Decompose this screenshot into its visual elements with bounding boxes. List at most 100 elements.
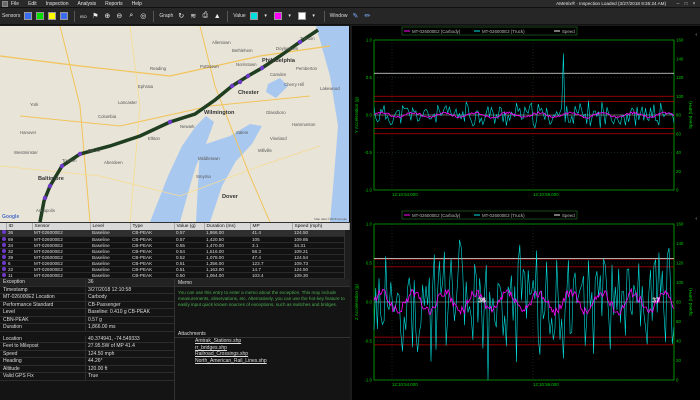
exception-details-panel: Exception 36 Timestamp 3/27/2018 12:10:58… — [0, 279, 175, 400]
zoom-fit-icon: ◎ — [140, 13, 147, 20]
map-label: Westminster — [14, 150, 38, 155]
chart-canvas[interactable]: MT-026000E2 (Carbody) MT-026000E3 (Truck)… — [352, 26, 700, 210]
brush-button[interactable]: ✎ — [350, 11, 360, 21]
print-button[interactable]: ⎙ — [200, 11, 210, 21]
exception-marker[interactable] — [77, 151, 83, 157]
column-header[interactable]: Sensor — [32, 223, 91, 230]
exception-marker[interactable] — [59, 163, 65, 169]
sensor-color-select-button[interactable] — [59, 11, 69, 21]
legend-entry: Speed — [562, 213, 575, 218]
exception-dot-icon — [2, 267, 6, 272]
attachment-link[interactable]: North_American_Rail_Lines.shp — [175, 358, 350, 365]
speed-dropdown[interactable]: ▾ — [309, 11, 319, 21]
y-tick-label: -0.5 — [364, 339, 372, 344]
zoom-in-button[interactable]: ⊕ — [102, 11, 112, 21]
zoom-out-button[interactable]: ⊖ — [114, 11, 124, 21]
memo-textarea[interactable]: You can use this entry to enter a memo a… — [175, 287, 350, 325]
z-acceleration-chart[interactable]: MT-026000E2 (Carbody) MT-026000E3 (Truck)… — [352, 210, 700, 400]
menu-analysis[interactable]: Analysis — [77, 1, 96, 7]
speed-tick-label: 100 — [676, 280, 684, 285]
attachments-title: Attachments — [175, 331, 350, 338]
speed-color-button[interactable] — [297, 11, 307, 21]
road-shape — [129, 26, 141, 222]
zoom-out-icon: ⊖ — [116, 13, 123, 20]
sensor-color-yellow-button[interactable] — [47, 11, 57, 21]
table-scrollbar[interactable] — [344, 230, 350, 279]
details-row: Timestamp 3/27/2018 12:10:58 — [0, 286, 174, 294]
map-label: Wilmington — [204, 110, 235, 116]
memo-panel: Memo You can use this entry to enter a m… — [175, 279, 350, 400]
map-label: Cherry Hill — [284, 82, 305, 87]
layers-button[interactable]: ≋ — [188, 11, 198, 21]
maximize-button[interactable]: □ — [682, 1, 690, 7]
details-row: Performance Standard CB-Passenger — [0, 301, 174, 309]
exception-dot-icon — [2, 273, 6, 278]
zoom-fit-button[interactable]: ◎ — [138, 11, 148, 21]
y-tick-label: 1.0 — [366, 38, 373, 43]
menu-edit[interactable]: Edit — [28, 1, 37, 7]
y-tick-label: 0.0 — [366, 113, 373, 118]
map-label: Salem — [236, 130, 249, 135]
exception-marker[interactable] — [47, 183, 53, 189]
value-dropdown[interactable]: ▾ — [261, 11, 271, 21]
carbody-color-button[interactable] — [273, 11, 283, 21]
brush-icon: ✎ — [352, 13, 359, 20]
mountain-button[interactable]: ▲ — [212, 11, 222, 21]
menu-inspection[interactable]: Inspection — [46, 1, 69, 7]
pencil-button[interactable]: ✏ — [362, 11, 372, 21]
details-value: 124.50 mph — [85, 350, 174, 357]
menu-help[interactable]: Help — [132, 1, 142, 7]
exception-marker[interactable] — [245, 73, 251, 79]
map-panel[interactable]: Allentown Bethlehem Reading Lancaster Ph… — [0, 26, 350, 222]
sensor-color-green-button[interactable] — [35, 11, 45, 21]
map-label: Towson — [62, 158, 77, 163]
column-header[interactable]: Type — [130, 223, 175, 230]
carbody-dropdown[interactable]: ▾ — [285, 11, 295, 21]
details-key: Performance Standard — [3, 301, 54, 308]
table-row[interactable]: 11 MT-026000E2 Baseline CB-PEAK 0.50 1,064.00… — [0, 272, 350, 280]
column-header[interactable]: Duration (ms) — [204, 223, 251, 230]
collapse-arrow-icon[interactable]: ‹ — [695, 216, 697, 222]
column-header[interactable]: Speed (mph) — [292, 223, 350, 230]
y-acceleration-chart[interactable]: MT-026000E2 (Carbody) MT-026000E3 (Truck)… — [352, 26, 700, 210]
speed-tick-label: 140 — [676, 56, 684, 61]
refresh-button[interactable]: ↻ — [176, 11, 186, 21]
speed-tick-label: 40 — [676, 150, 681, 155]
details-row: Duration 1,866.00 ms — [0, 324, 174, 332]
search-button[interactable]: ⌕ — [126, 11, 136, 21]
color-swatch-icon — [273, 12, 282, 20]
chart-canvas[interactable]: MT-026000E2 (Carbody) MT-026000E3 (Truck)… — [352, 210, 700, 400]
exception-marker[interactable] — [167, 119, 173, 125]
exception-marker[interactable] — [237, 79, 243, 85]
sensor-color-blue-button[interactable] — [23, 11, 33, 21]
speed-tick-label: 60 — [676, 131, 681, 136]
exception-dot-icon — [2, 254, 6, 259]
legend-entry: MT-026000E3 (Truck) — [482, 213, 525, 218]
menu-file[interactable]: File — [11, 1, 19, 7]
details-key: Altitude — [3, 365, 20, 372]
window-controls: – □ × — [674, 1, 698, 7]
details-key: Timestamp — [3, 286, 28, 293]
table-cell: 103.4 — [250, 272, 292, 280]
color-swatch-icon — [36, 12, 45, 20]
collapse-arrow-icon[interactable]: ‹ — [695, 32, 697, 38]
iso-button[interactable]: ISO — [78, 11, 88, 21]
legend-entry: Speed — [562, 29, 575, 34]
exception-marker[interactable] — [259, 65, 265, 71]
column-header[interactable]: ID — [6, 223, 33, 230]
menu-reports[interactable]: Reports — [105, 1, 123, 7]
flag-button[interactable]: ⚑ — [90, 11, 100, 21]
map-label: Reading — [150, 66, 167, 71]
map-label: Aberdeen — [104, 160, 123, 165]
column-header[interactable]: MP — [250, 223, 293, 230]
sensors-label: Sensors — [2, 13, 21, 19]
column-header[interactable]: Level — [90, 223, 131, 230]
column-header[interactable]: Value (g) — [174, 223, 205, 230]
minimize-button[interactable]: – — [674, 1, 682, 7]
value-color-button[interactable] — [249, 11, 259, 21]
speed-tick-label: 20 — [676, 358, 681, 363]
close-button[interactable]: × — [690, 1, 698, 7]
map-label: Annapolis — [36, 208, 55, 213]
exception-marker[interactable] — [229, 83, 235, 89]
exception-marker[interactable] — [42, 195, 48, 201]
